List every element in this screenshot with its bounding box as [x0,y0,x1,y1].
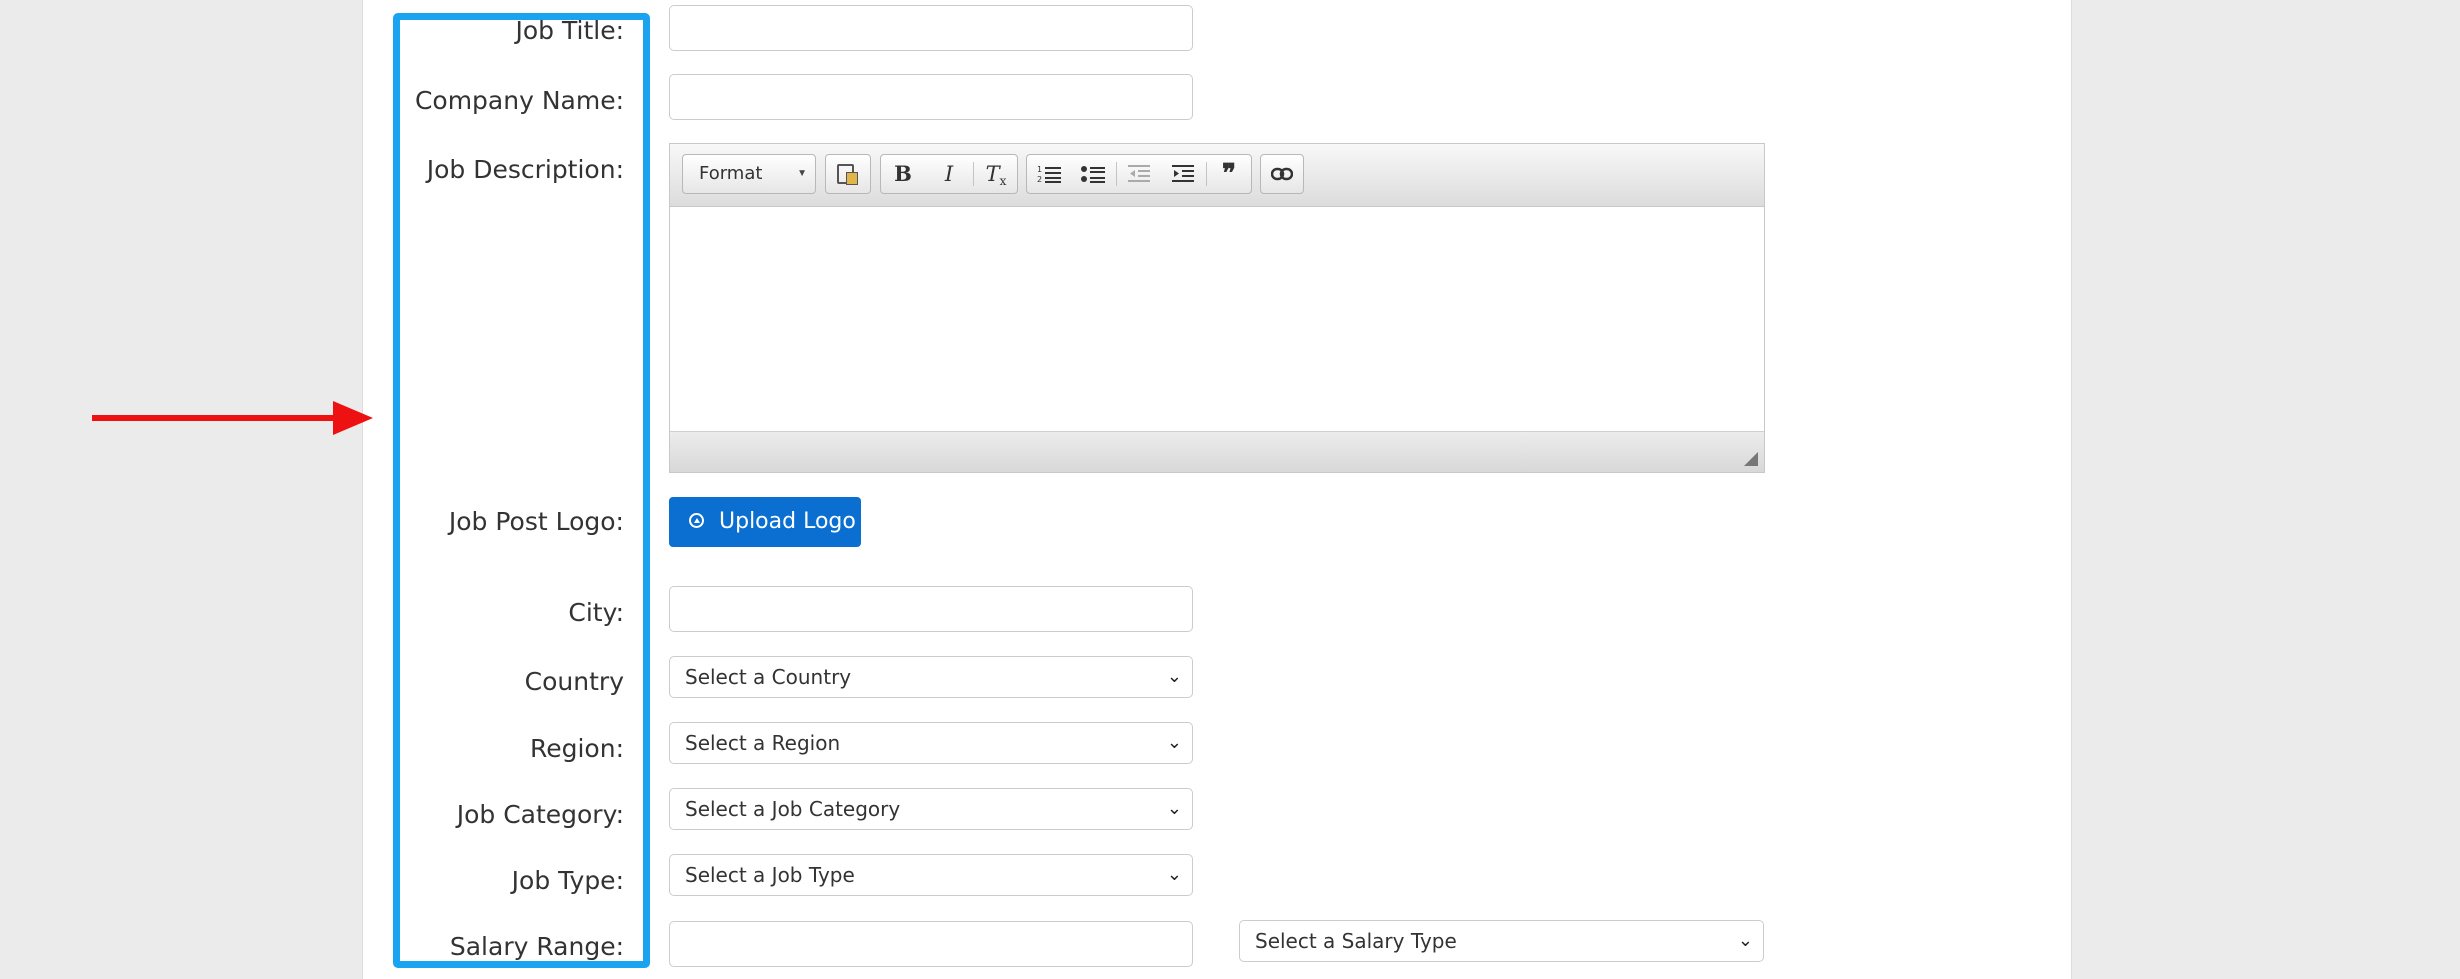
paste-icon-doc [846,172,858,185]
job-category-select-value: Select a Job Category [685,797,901,821]
city-input[interactable] [669,586,1193,632]
blockquote-button[interactable]: ❞ [1207,155,1251,193]
chevron-down-icon: ⌄ [1737,930,1753,951]
decrease-indent-button[interactable] [1117,155,1161,193]
chevron-down-icon: ⌄ [1166,732,1182,753]
caret-down-icon: ▼ [797,168,807,179]
remove-format-icon: T [985,162,1000,186]
editor-statusbar [670,431,1764,472]
upload-logo-button[interactable]: Upload Logo [669,497,861,547]
salary-type-select-value: Select a Salary Type [1255,929,1457,953]
link-icon [1271,167,1293,181]
job-type-select-value: Select a Job Type [685,863,855,887]
chevron-down-icon: ⌄ [1166,666,1182,687]
upload-circle-icon [689,513,704,528]
list-indent-group: 1 2 ❞ [1026,154,1252,194]
bulleted-list-button[interactable] [1071,155,1115,193]
label-column-highlight [393,13,650,968]
chevron-down-icon: ⌄ [1166,798,1182,819]
link-button[interactable] [1260,154,1304,194]
bulleted-list-icon [1081,166,1105,183]
blockquote-icon: ❞ [1222,159,1236,189]
job-category-select[interactable]: Select a Job Category ⌄ [669,788,1193,830]
region-select[interactable]: Select a Region ⌄ [669,722,1193,764]
decrease-indent-icon [1128,165,1150,182]
format-dropdown-label: Format [699,163,763,184]
salary-range-input[interactable] [669,921,1193,967]
bold-icon: B [894,161,912,186]
resize-handle-icon[interactable] [1744,452,1758,466]
italic-button[interactable]: I [927,155,971,193]
editor-content-area[interactable] [670,206,1764,432]
region-select-value: Select a Region [685,731,841,755]
company-name-input[interactable] [669,74,1193,120]
job-type-select[interactable]: Select a Job Type ⌄ [669,854,1193,896]
job-description-editor: Format ▼ B I Tx 1 2 ❞ [669,143,1765,473]
editor-toolbar: Format ▼ B I Tx 1 2 ❞ [670,144,1764,207]
remove-format-x: x [999,174,1007,188]
numbered-list-icon: 1 2 [1037,165,1061,184]
svg-text:1: 1 [1037,165,1042,174]
increase-indent-icon [1172,165,1194,182]
upload-logo-label: Upload Logo [719,509,856,534]
remove-format-button[interactable]: Tx [974,155,1018,193]
annotation-arrow-icon [333,401,373,435]
chevron-down-icon: ⌄ [1166,864,1182,885]
basic-styles-group: B I Tx [880,154,1018,194]
country-select[interactable]: Select a Country ⌄ [669,656,1193,698]
job-title-input[interactable] [669,5,1193,51]
paste-from-word-button[interactable] [825,154,871,194]
country-select-value: Select a Country [685,665,852,689]
increase-indent-button[interactable] [1161,155,1205,193]
bold-button[interactable]: B [881,155,925,193]
annotation-arrow-shaft [92,415,336,421]
format-dropdown[interactable]: Format ▼ [682,154,816,194]
italic-icon: I [944,162,954,186]
svg-text:2: 2 [1037,175,1042,184]
salary-type-select[interactable]: Select a Salary Type ⌄ [1239,920,1764,962]
numbered-list-button[interactable]: 1 2 [1027,155,1071,193]
